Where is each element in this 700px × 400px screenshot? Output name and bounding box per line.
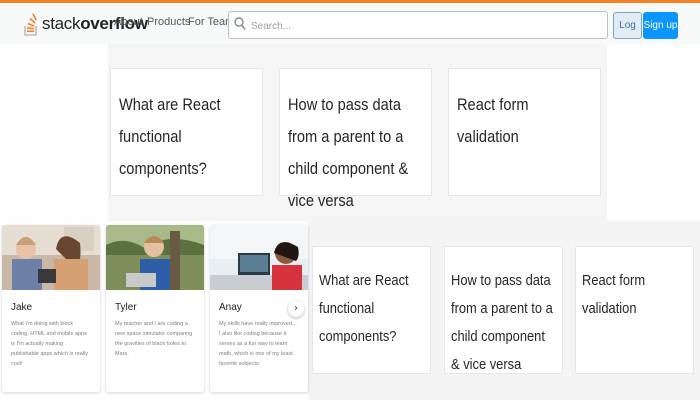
profile-photo [2,225,100,290]
question-card[interactable]: What are React functional components? [110,68,263,196]
chevron-right-icon[interactable]: › [288,301,304,317]
question-title: React form validation [582,272,646,317]
profile-description: What I'm doing with block coding, HTML a… [11,321,89,367]
search-icon [234,17,246,30]
profile-card[interactable]: Tyler My teacher and I are coding a new … [106,225,204,392]
question-card[interactable]: React form validation [448,68,601,196]
profile-description: My skills have really improved... I also… [219,321,297,367]
right-whitespace [607,44,700,224]
profile-photo [210,225,308,290]
nav-about[interactable]: About [114,16,143,28]
profile-card[interactable]: Jake What I'm doing with block coding, H… [2,225,100,392]
question-card[interactable]: How to pass data from a parent to a chil… [444,246,563,374]
search-input[interactable] [249,15,603,37]
question-card[interactable]: What are React functional components? [312,246,431,374]
profile-name: Jake [11,302,33,313]
question-card[interactable]: React form validation [575,246,694,374]
top-bar: stackoverflow About Products For Teams L… [0,0,700,56]
question-title: What are React functional components? [319,272,409,345]
question-title: How to pass data from a parent to a chil… [451,272,553,373]
profile-photo [106,225,204,290]
nav-products[interactable]: Products [147,16,190,28]
login-button[interactable]: Log in [613,12,642,56]
question-title: How to pass data from a parent to a chil… [288,95,409,210]
stackoverflow-logo-icon [24,13,37,36]
question-title: React form validation [457,95,529,146]
profile-description: My teacher and I are coding a new space … [115,321,193,357]
profile-name: Anay [219,302,242,313]
search-box[interactable] [228,11,608,39]
signup-button[interactable]: Sign up [643,12,678,39]
question-title: What are React functional components? [119,95,221,178]
profile-name: Tyler [115,302,137,313]
question-card[interactable]: How to pass data from a parent to a chil… [279,68,432,210]
left-whitespace [0,44,108,224]
